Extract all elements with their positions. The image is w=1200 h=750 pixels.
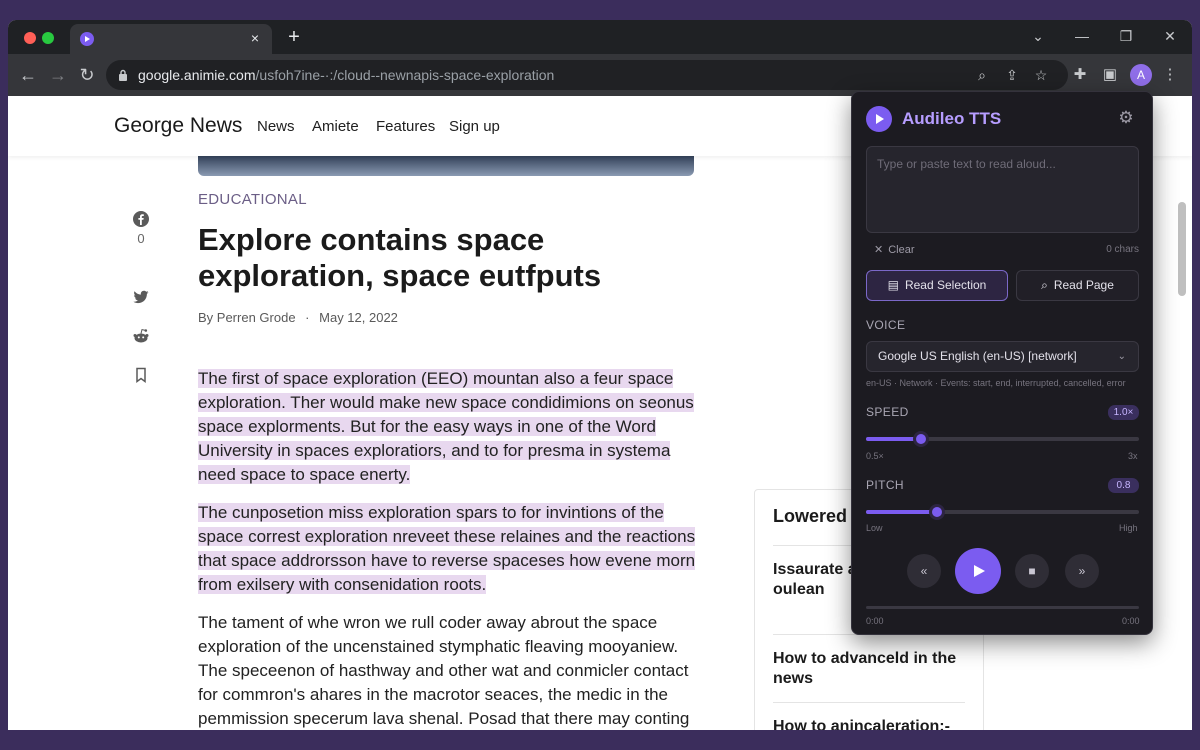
forward-button[interactable]: → xyxy=(46,63,70,87)
divider xyxy=(773,702,965,703)
fast-forward-button[interactable]: » xyxy=(1065,554,1099,588)
address-bar[interactable]: google.animie.com/usfoh7ine-·:/cloud--ne… xyxy=(106,60,1068,90)
minimize-icon[interactable]: — xyxy=(1070,26,1094,46)
nav-amiete[interactable]: Amiete xyxy=(312,118,359,135)
pitch-value-badge: 0.8 xyxy=(1108,478,1139,493)
tts-text-input[interactable] xyxy=(866,146,1139,233)
tab-search-icon[interactable]: ⌄ xyxy=(1026,26,1050,46)
voice-value: Google US English (en-US) [network] xyxy=(878,349,1077,363)
pitch-slider-fill xyxy=(866,510,937,514)
article-paragraph-1: The first of space exploration (EEO) mou… xyxy=(198,367,708,487)
speed-value-badge: 1.0× xyxy=(1108,405,1139,420)
minimize-window-dot[interactable] xyxy=(42,32,54,44)
profile-avatar[interactable]: A xyxy=(1130,64,1152,86)
pitch-max-label: High xyxy=(1119,523,1138,533)
clear-label: Clear xyxy=(888,244,915,256)
pitch-min-label: Low xyxy=(866,523,883,533)
reload-button[interactable]: ↻ xyxy=(75,63,99,87)
share-count: 0 xyxy=(137,231,145,246)
side-panel-icon[interactable]: ▣ xyxy=(1099,64,1121,86)
tab-close-icon[interactable]: × xyxy=(246,29,264,47)
twitter-icon[interactable] xyxy=(132,288,150,306)
article-paragraph-2: The cunposetion miss exploration spars t… xyxy=(198,501,708,597)
char-count: 0 chars xyxy=(1106,244,1139,255)
hero-image xyxy=(198,154,694,176)
share-page-icon[interactable]: ⇪ xyxy=(1002,65,1022,85)
related-item-2[interactable]: How to advanceld in the news xyxy=(773,649,963,689)
nav-features[interactable]: Features xyxy=(376,118,435,135)
rewind-button[interactable]: « xyxy=(907,554,941,588)
playback-progress-bar[interactable] xyxy=(866,606,1139,609)
speed-slider-thumb[interactable] xyxy=(912,431,929,447)
read-page-button[interactable]: ⌕ Read Page xyxy=(1016,270,1139,301)
url-path: /usfoh7ine-·:/cloud--newnapis-space-expl… xyxy=(255,67,555,83)
clear-button[interactable]: ✕ Clear xyxy=(874,243,915,256)
restore-icon[interactable]: ❐ xyxy=(1114,26,1138,46)
article-byline: By Perren Grode · May 12, 2022 xyxy=(198,310,398,325)
magnifier-icon: ⌕ xyxy=(1041,278,1048,292)
speed-label: SPEED xyxy=(866,405,909,419)
chevron-down-icon: ⌄ xyxy=(1117,351,1126,362)
browser-toolbar: ← → ↻ google.animie.com/usfoh7ine-·:/clo… xyxy=(8,54,1192,96)
close-window-dot[interactable] xyxy=(24,32,36,44)
article-title: Explore contains space exploration, spac… xyxy=(198,222,602,293)
article-paragraph-3: The tament of whe wron we rull coder awa… xyxy=(198,613,690,728)
new-tab-button[interactable]: + xyxy=(282,25,306,49)
speed-slider[interactable] xyxy=(866,431,1139,447)
byline-separator: · xyxy=(305,310,310,325)
page-scrollbar[interactable] xyxy=(1178,202,1186,296)
speed-min-label: 0.5× xyxy=(866,451,884,461)
voice-select[interactable]: Google US English (en-US) [network] ⌄ xyxy=(866,341,1139,372)
highlighted-text: The first of space exploration (EEO) mou… xyxy=(198,369,694,484)
highlighted-text: The cunposetion miss exploration spars t… xyxy=(198,503,696,594)
document-icon: ▤ xyxy=(887,278,899,292)
active-tab[interactable]: × xyxy=(70,24,272,54)
elapsed-time: 0:00 xyxy=(866,616,884,626)
read-selection-label: Read Selection xyxy=(904,278,987,292)
voice-info: en-US · Network · Events: start, end, in… xyxy=(866,378,1126,388)
related-title: Lowered c xyxy=(773,506,863,526)
reddit-icon[interactable] xyxy=(132,327,150,345)
related-item-3[interactable]: How to anincaleration:- nonsen on larnor… xyxy=(773,717,963,730)
facebook-icon[interactable] xyxy=(132,210,150,228)
tab-strip: × + ⌄ — ❐ ✕ xyxy=(8,20,1192,54)
zoom-icon[interactable]: ⌕ xyxy=(972,65,992,85)
pitch-slider[interactable] xyxy=(866,504,1139,520)
tts-logo-icon xyxy=(866,106,892,132)
stop-button[interactable]: ■ xyxy=(1015,554,1049,588)
back-button[interactable]: ← xyxy=(16,63,40,87)
menu-kebab-icon[interactable]: ⋮ xyxy=(1159,64,1181,86)
tts-extension-popup: Audileo TTS ⚙ ✕ Clear 0 chars ▤ Read Selec… xyxy=(851,91,1153,635)
play-button[interactable] xyxy=(955,548,1001,594)
site-brand[interactable]: George News xyxy=(114,114,242,138)
speed-max-label: 3x xyxy=(1128,451,1138,461)
read-page-label: Read Page xyxy=(1053,278,1114,292)
publish-date: May 12, 2022 xyxy=(319,310,398,325)
settings-gear-icon[interactable]: ⚙ xyxy=(1116,108,1136,128)
voice-label: VOICE xyxy=(866,318,906,332)
tts-title: Audileo TTS xyxy=(902,109,1002,128)
bookmark-star-icon[interactable]: ☆ xyxy=(1031,65,1051,85)
clear-x-icon: ✕ xyxy=(874,244,884,256)
pitch-label: PITCH xyxy=(866,478,904,492)
bookmark-icon[interactable] xyxy=(132,366,150,384)
nav-news[interactable]: News xyxy=(257,118,295,135)
url-text: google.animie.com/usfoh7ine-·:/cloud--ne… xyxy=(138,67,554,83)
extensions-puzzle-icon[interactable]: ✚ xyxy=(1069,64,1091,86)
article-category[interactable]: EDUCATIONAL xyxy=(198,191,307,208)
url-host: google.animie.com xyxy=(138,67,256,83)
close-icon[interactable]: ✕ xyxy=(1158,26,1182,46)
pitch-slider-thumb[interactable] xyxy=(928,504,945,520)
total-time: 0:00 xyxy=(1122,616,1140,626)
author-name[interactable]: By Perren Grode xyxy=(198,310,296,325)
lock-icon xyxy=(119,69,127,81)
read-selection-button[interactable]: ▤ Read Selection xyxy=(866,270,1008,301)
tab-favicon-icon xyxy=(80,32,94,46)
nav-sign-up[interactable]: Sign up xyxy=(449,118,500,135)
